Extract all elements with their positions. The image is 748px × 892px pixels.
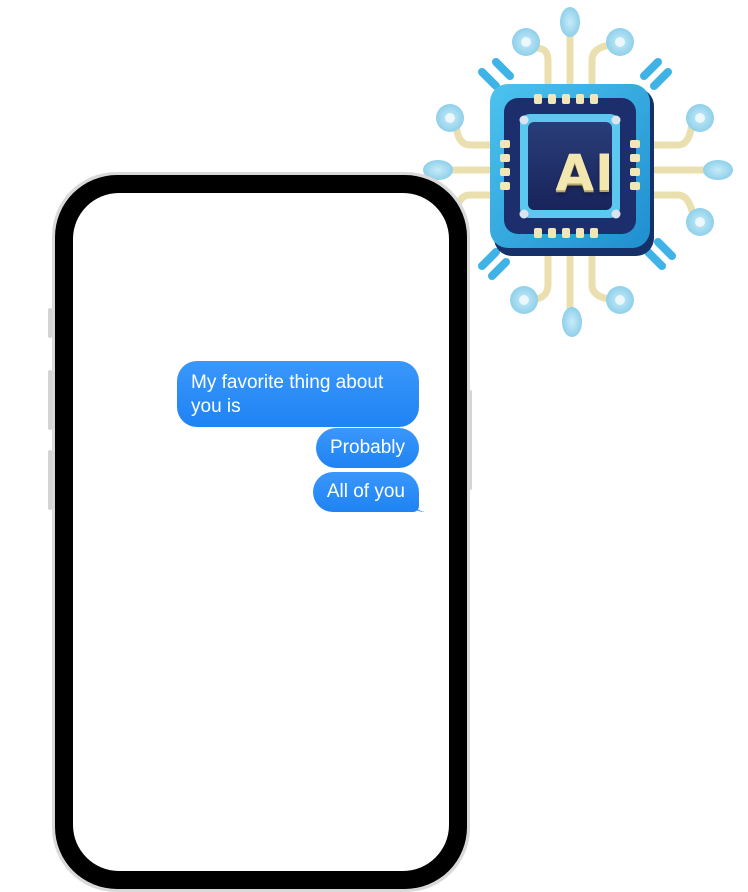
message-text: All of you <box>326 481 405 502</box>
message-bubble[interactable]: All of you <box>312 472 425 512</box>
ai-chip-label: AI <box>555 144 615 202</box>
phone-bezel: My favorite thing about you is Probably … <box>55 175 467 889</box>
message-thread[interactable]: My favorite thing about you is Probably … <box>73 193 449 871</box>
message-text: My favorite thing about you is <box>191 372 384 417</box>
bubble-tail-icon <box>411 498 425 512</box>
message-bubble[interactable]: Probably <box>316 428 419 468</box>
message-text: Probably <box>330 437 405 458</box>
phone-frame: My favorite thing about you is Probably … <box>52 172 470 892</box>
message-bubble[interactable]: My favorite thing about you is <box>177 361 419 427</box>
